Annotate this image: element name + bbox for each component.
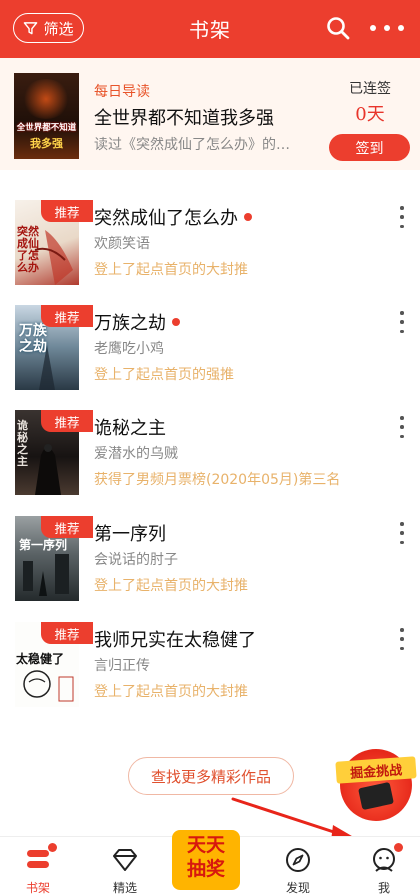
update-dot — [244, 213, 252, 221]
book-title: 诡秘之主 — [94, 418, 166, 439]
lottery-button[interactable]: 天天 抽奖 — [168, 826, 244, 892]
page-title: 书架 — [189, 18, 231, 42]
cover-title-text: 万族之劫 — [19, 323, 47, 355]
more-vertical-icon[interactable] — [398, 206, 406, 228]
search-icon[interactable] — [326, 16, 350, 40]
more-options-icon[interactable] — [370, 18, 404, 38]
daily-book-title[interactable]: 全世界都不知道我多强 — [94, 104, 274, 130]
nav-label: 书架 — [25, 881, 50, 894]
user-icon — [369, 843, 403, 875]
more-vertical-icon[interactable] — [398, 522, 406, 544]
cover-title-text: 诡秘之主 — [17, 419, 28, 468]
book-title: 突然成仙了怎么办 — [94, 208, 238, 229]
cover-title-text: 第一序列 — [19, 538, 68, 552]
book-status: 获得了男频月票榜(2020年05月)第三名 — [94, 472, 341, 488]
daily-cover-title: 全世界都不知道 — [16, 123, 77, 133]
recommend-badge: 推荐 — [41, 516, 93, 538]
compass-icon — [283, 845, 313, 875]
nav-featured[interactable]: 精选 — [105, 837, 145, 894]
notification-dot — [394, 843, 403, 852]
recommend-badge: 推荐 — [41, 622, 93, 644]
lottery-line2: 抽奖 — [186, 858, 225, 880]
cover-title-text: 突然成仙了怎么办 — [17, 225, 39, 274]
book-title: 我师兄实在太稳健了 — [94, 630, 256, 651]
bookshelf-icon — [23, 843, 57, 875]
find-more-button[interactable]: 查找更多精彩作品 — [128, 757, 294, 795]
book-item[interactable]: 突然成仙了怎么办 推荐 突然成仙了怎么办 欢颜笑语 登上了起点首页的大封推 — [0, 200, 420, 306]
book-title: 第一序列 — [94, 524, 166, 545]
nav-bookshelf[interactable]: 书架 — [18, 837, 58, 894]
book-item[interactable]: 太稳健了 推荐 我师兄实在太稳健了 言归正传 登上了起点首页的大封推 — [0, 622, 420, 728]
nav-me[interactable]: 我 — [364, 837, 404, 894]
book-author: 老鹰吃小鸡 — [94, 341, 164, 357]
streak-value: 0天 — [355, 104, 385, 125]
daily-book-desc: 读过《突然成仙了怎么办》的… — [94, 137, 290, 153]
daily-book-cover[interactable]: 全世界都不知道 我多强 — [14, 73, 79, 159]
lottery-line1: 天天 — [186, 834, 225, 856]
book-status: 登上了起点首页的大封推 — [94, 262, 248, 278]
book-author: 爱潜水的乌贼 — [94, 446, 178, 462]
daily-read-tag: 每日导读 — [94, 84, 150, 100]
top-bar: 筛选 书架 — [0, 0, 420, 58]
streak-label: 已连签 — [349, 81, 391, 97]
book-item[interactable]: 第一序列 推荐 第一序列 会说话的肘子 登上了起点首页的大封推 — [0, 516, 420, 622]
diamond-icon — [110, 845, 140, 875]
more-vertical-icon[interactable] — [398, 311, 406, 333]
daily-cover-subtitle: 我多强 — [30, 137, 63, 150]
more-vertical-icon[interactable] — [398, 416, 406, 438]
book-status: 登上了起点首页的大封推 — [94, 578, 248, 594]
nav-label: 精选 — [112, 881, 137, 894]
cover-title-text: 太稳健了 — [16, 652, 65, 666]
book-title: 万族之劫 — [94, 313, 166, 334]
book-status: 登上了起点首页的大封推 — [94, 684, 248, 700]
nav-discover[interactable]: 发现 — [278, 837, 318, 894]
checkin-button[interactable]: 签到 — [329, 134, 410, 161]
nav-label: 发现 — [285, 881, 310, 894]
book-item[interactable]: 诡秘之主 推荐 诡秘之主 爱潜水的乌贼 获得了男频月票榜(2020年05月)第三… — [0, 410, 420, 516]
recommend-badge: 推荐 — [41, 305, 93, 327]
more-vertical-icon[interactable] — [398, 628, 406, 650]
recommend-badge: 推荐 — [41, 410, 93, 432]
notification-dot — [48, 843, 57, 852]
nav-label: 我 — [377, 881, 390, 894]
book-status: 登上了起点首页的强推 — [94, 367, 234, 383]
recommend-badge: 推荐 — [41, 200, 93, 222]
update-dot — [172, 318, 180, 326]
book-author: 欢颜笑语 — [94, 236, 150, 252]
book-author: 言归正传 — [94, 658, 150, 674]
book-author: 会说话的肘子 — [94, 552, 178, 568]
book-item[interactable]: 万族之劫 推荐 万族之劫 老鹰吃小鸡 登上了起点首页的强推 — [0, 305, 420, 411]
